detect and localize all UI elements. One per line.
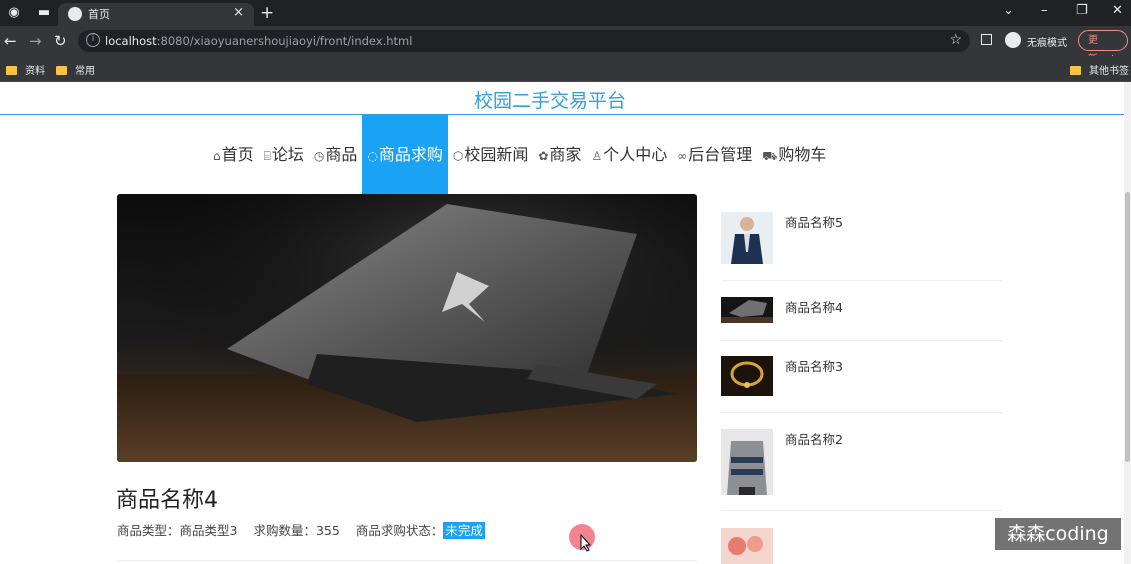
site-info-icon[interactable]: i: [86, 33, 100, 47]
nav-item-8[interactable]: ⛟购物车: [757, 115, 831, 195]
sidebar-item-name: 商品名称4: [785, 300, 843, 315]
nav-icon: ∞: [677, 149, 688, 163]
bookmark-folder-changyong[interactable]: 常用: [56, 62, 95, 77]
status-badge: 未完成: [443, 522, 485, 539]
folder-icon: [56, 66, 67, 75]
nav-label: 商品: [325, 145, 358, 164]
scrollbar-thumb[interactable]: [1125, 192, 1130, 462]
product-thumb-jacket: [721, 212, 773, 264]
sidebar-item-name: 商品名称2: [785, 432, 843, 447]
update-button[interactable]: 更新 ⋮: [1078, 30, 1128, 65]
content-divider: [117, 560, 697, 561]
nav-item-5[interactable]: ✿商家: [533, 115, 586, 195]
qty-value: 355: [315, 523, 340, 538]
sidebar-divider: [721, 412, 1003, 413]
nav-icon: ◷: [313, 149, 325, 163]
product-thumb-sweater: [721, 429, 773, 495]
tab-close-icon[interactable]: ×: [233, 5, 244, 20]
product-thumb-laptop: [721, 297, 773, 323]
nav-icon: ⌂: [213, 149, 221, 163]
globe-icon: [68, 7, 82, 21]
browser-tab[interactable]: 首页 ×: [58, 3, 254, 26]
watermark: 森森coding: [995, 518, 1121, 550]
site-title: 校园二手交易平台: [473, 90, 626, 112]
product-image: [117, 194, 697, 462]
incognito-icon: [1005, 32, 1021, 48]
type-label: 商品类型：: [117, 523, 180, 538]
browser-menu-icon[interactable]: ◉: [6, 5, 22, 21]
bookmark-star-icon[interactable]: ☆: [949, 32, 962, 48]
nav-item-1[interactable]: ⌸论坛: [259, 115, 309, 195]
nav-label: 个人中心: [603, 145, 668, 164]
nav-icon: ⌸: [263, 149, 271, 163]
browser-tab-strip: ◉ ▬ 首页 × + ⌄ – ❐ ✕: [0, 0, 1131, 26]
nav-icon: ⬡: [452, 149, 464, 163]
product-name: 商品名称4: [116, 488, 218, 513]
status-label: 商品求购状态：: [355, 523, 444, 538]
nav-label: 商家: [549, 145, 582, 164]
folder-icon: [6, 66, 17, 75]
laptop-image: [117, 194, 697, 462]
mouse-cursor-icon: [580, 534, 592, 552]
nav-item-0[interactable]: ⌂首页: [208, 115, 259, 195]
forward-icon[interactable]: →: [29, 32, 42, 50]
product-meta: 商品类型：商品类型3 求购数量：355 商品求购状态： 未完成: [117, 520, 485, 539]
folder-icon: [1070, 66, 1081, 75]
address-bar[interactable]: i localhost:8080/xiaoyuanershoujiaoyi/fr…: [78, 30, 970, 52]
nav-icon: ✿: [538, 149, 549, 163]
nav-label: 购物车: [778, 145, 827, 164]
nav-label: 论坛: [271, 145, 304, 164]
nav-item-3[interactable]: ◌商品求购: [362, 115, 448, 195]
sidebar-divider: [721, 340, 1003, 341]
minimize-icon[interactable]: –: [1041, 3, 1048, 18]
sidebar-item-name: 商品名称3: [785, 359, 843, 374]
bookmarks-bar: 资料 常用 其他书签: [0, 56, 1131, 82]
nav-icon: ◌: [367, 149, 378, 163]
sidebar-divider: [721, 280, 1003, 281]
window-close-icon[interactable]: ✕: [1112, 3, 1123, 18]
nav-item-7[interactable]: ∞后台管理: [672, 115, 757, 195]
nav-label: 商品求购: [378, 145, 443, 164]
back-icon[interactable]: ←: [4, 32, 17, 50]
nav-item-2[interactable]: ◷商品: [309, 115, 363, 195]
main-nav: ⌂首页 ⌸论坛 ◷商品 ◌商品求购 ⬡校园新闻 ✿商家 ♙个人中心 ∞后台管理 ⛟购物车: [208, 115, 831, 195]
restore-icon[interactable]: ❐: [1076, 3, 1088, 18]
qty-label: 求购数量：: [253, 523, 316, 538]
bookmark-folder-ziliao[interactable]: 资料: [6, 62, 45, 77]
new-tab-button[interactable]: +: [260, 3, 274, 23]
nav-icon: ♙: [591, 149, 603, 163]
web-page: 校园二手交易平台 ⌂首页 ⌸论坛 ◷商品 ◌商品求购 ⬡校园新闻 ✿商家 ♙个人中心 ∞后台管…: [0, 82, 1131, 564]
product-thumb-food: [721, 528, 773, 564]
side-panel-icon[interactable]: [981, 34, 992, 45]
nav-label: 后台管理: [688, 145, 753, 164]
url-text[interactable]: localhost:8080/xiaoyuanershoujiaoyi/fron…: [105, 34, 412, 48]
tab-search-icon[interactable]: ▬: [36, 5, 52, 21]
other-bookmarks[interactable]: 其他书签: [1070, 62, 1129, 77]
nav-label: 首页: [221, 145, 254, 164]
type-value: 商品类型3: [179, 523, 238, 538]
sidebar-divider: [721, 510, 1003, 511]
browser-toolbar: ← → ↻ i localhost:8080/xiaoyuanershoujia…: [0, 26, 1131, 65]
tab-list-chevron-icon[interactable]: ⌄: [1003, 3, 1014, 18]
reload-icon[interactable]: ↻: [54, 32, 67, 50]
nav-item-4[interactable]: ⬡校园新闻: [448, 115, 534, 195]
product-thumb-necklace: [721, 356, 773, 396]
nav-label: 校园新闻: [464, 145, 529, 164]
sidebar-item-name: 商品名称5: [785, 215, 843, 230]
incognito-label: 无痕模式: [1027, 38, 1067, 49]
nav-item-6[interactable]: ♙个人中心: [586, 115, 672, 195]
nav-icon: ⛟: [762, 149, 778, 163]
tab-title: 首页: [88, 8, 110, 21]
